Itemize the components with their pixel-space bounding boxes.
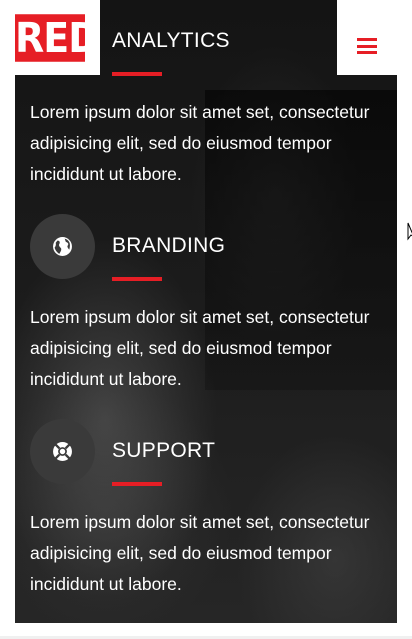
section-title-support: SUPPORT [112, 439, 216, 462]
menu-bar [357, 51, 377, 54]
menu-bar [357, 38, 377, 41]
menu-bar [357, 44, 377, 48]
globe-icon [30, 214, 95, 279]
hamburger-menu-icon[interactable] [357, 38, 377, 54]
lifebuoy-icon [30, 419, 95, 484]
title-underline [112, 482, 162, 486]
menu-container [337, 0, 412, 75]
title-underline [112, 72, 162, 76]
section-title-branding: BRANDING [112, 234, 226, 257]
logo-container: RED [0, 0, 100, 75]
brand-logo[interactable]: RED [15, 14, 100, 62]
section-text-support: Lorem ipsum dolor sit amet set, consecte… [30, 512, 370, 594]
mouse-pointer-icon [407, 222, 412, 241]
section-text-analytics: Lorem ipsum dolor sit amet set, consecte… [30, 102, 370, 184]
title-underline [112, 277, 162, 281]
section-title-analytics: ANALYTICS [112, 29, 230, 52]
section-text-branding: Lorem ipsum dolor sit amet set, consecte… [30, 307, 370, 389]
